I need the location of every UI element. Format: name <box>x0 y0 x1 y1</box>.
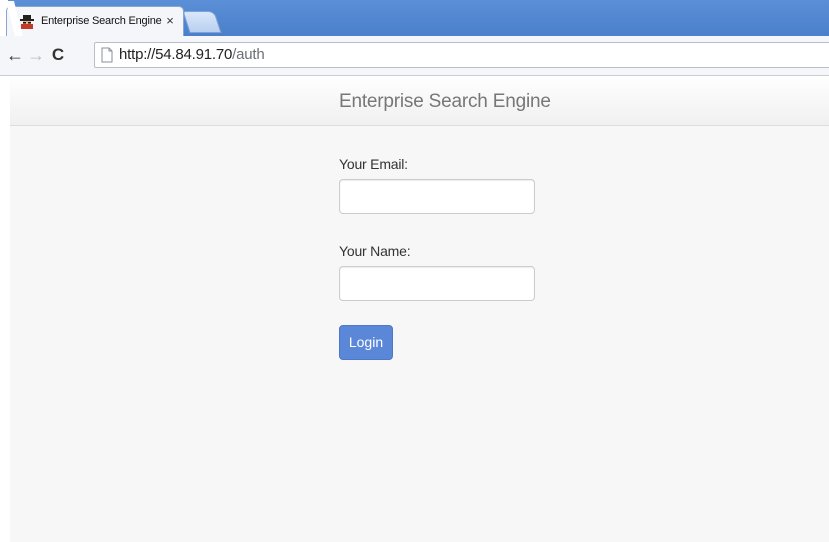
url-path: /auth <box>232 46 265 63</box>
tab-title: Enterprise Search Engine <box>41 15 162 27</box>
back-arrow-icon[interactable]: ← <box>4 44 26 66</box>
page-viewport: Enterprise Search Engine Your Email: You… <box>10 76 829 542</box>
page-icon <box>101 47 113 63</box>
browser-toolbar: ← → C http://54.84.91.70/auth <box>0 36 829 76</box>
reload-icon[interactable]: C <box>47 44 69 66</box>
tab-strip: Enterprise Search Engine × <box>0 0 829 36</box>
navbar-brand[interactable]: Enterprise Search Engine <box>339 91 551 113</box>
login-button[interactable]: Login <box>339 325 393 360</box>
forward-arrow-icon[interactable]: → <box>25 44 47 66</box>
new-tab-button[interactable] <box>182 11 222 33</box>
address-bar[interactable]: http://54.84.91.70/auth <box>94 42 829 68</box>
url-host: http://54.84.91.70 <box>119 46 233 63</box>
spy-icon <box>20 15 34 29</box>
url-text: http://54.84.91.70/auth <box>119 46 265 63</box>
name-label: Your Name: <box>339 243 411 259</box>
browser-window: Enterprise Search Engine × ← → C http://… <box>0 0 829 542</box>
navbar: Enterprise Search Engine <box>10 76 829 126</box>
name-field[interactable] <box>339 266 535 301</box>
tab-close-icon[interactable]: × <box>163 13 177 28</box>
email-field[interactable] <box>339 179 535 214</box>
email-label: Your Email: <box>339 156 408 172</box>
tab-enterprise-search[interactable]: Enterprise Search Engine × <box>6 6 184 36</box>
